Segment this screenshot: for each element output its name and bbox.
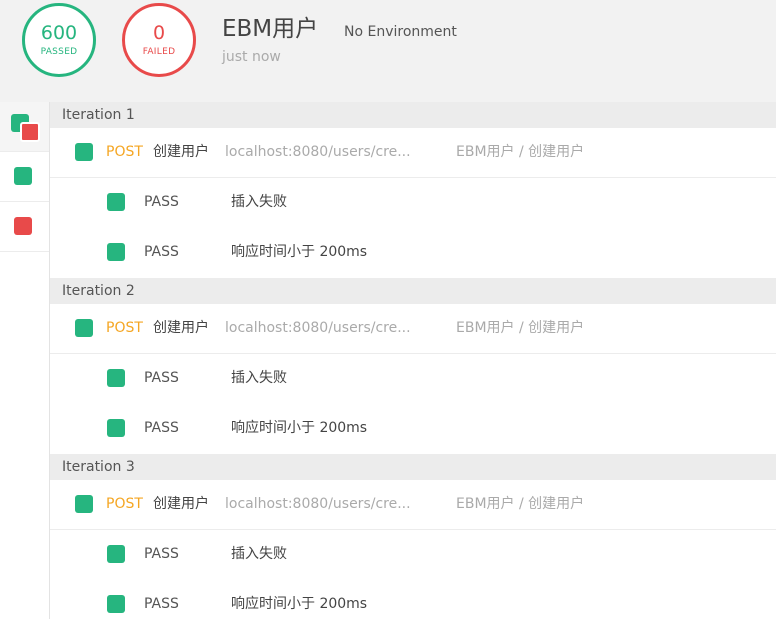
request-status-icon: [75, 319, 93, 337]
test-pass-icon: [107, 545, 125, 563]
test-status: PASS: [144, 244, 179, 260]
test-name: 插入失败: [231, 194, 287, 210]
request-method: POST: [106, 496, 143, 512]
request-row[interactable]: POST 创建用户 localhost:8080/users/cre... EB…: [50, 304, 776, 354]
test-status: PASS: [144, 194, 179, 210]
request-url: localhost:8080/users/cre...: [225, 320, 411, 336]
iteration-block: Iteration 1 POST 创建用户 localhost:8080/use…: [50, 102, 776, 278]
collection-name: EBM用户: [222, 16, 319, 42]
iteration-header[interactable]: Iteration 3: [50, 454, 776, 480]
test-name: 插入失败: [231, 370, 287, 386]
request-status-icon: [75, 143, 93, 161]
test-result-row: PASS 响应时间小于 200ms: [50, 404, 776, 454]
test-name: 响应时间小于 200ms: [231, 420, 368, 436]
green-square-icon: [14, 167, 32, 185]
red-square-icon: [14, 217, 32, 235]
request-name: 创建用户: [153, 320, 209, 336]
run-summary-header: 600 PASSED 0 FAILED EBM用户 No Environment…: [0, 0, 776, 102]
request-row[interactable]: POST 创建用户 localhost:8080/users/cre... EB…: [50, 480, 776, 530]
test-status: PASS: [144, 546, 179, 562]
test-pass-icon: [107, 243, 125, 261]
test-status: PASS: [144, 420, 179, 436]
run-timestamp: just now: [222, 49, 281, 65]
test-result-row: PASS 响应时间小于 200ms: [50, 580, 776, 619]
fail-square-icon: [20, 122, 40, 142]
test-name: 响应时间小于 200ms: [231, 596, 368, 612]
request-collection-path: EBM用户 / 创建用户: [456, 144, 585, 160]
request-name: 创建用户: [153, 496, 209, 512]
iteration-header[interactable]: Iteration 1: [50, 102, 776, 128]
test-name: 插入失败: [231, 546, 287, 562]
passed-label: PASSED: [40, 47, 78, 57]
test-status: PASS: [144, 370, 179, 386]
test-result-row: PASS 响应时间小于 200ms: [50, 228, 776, 278]
test-pass-icon: [107, 595, 125, 613]
filter-passed-button[interactable]: [0, 152, 49, 202]
request-url: localhost:8080/users/cre...: [225, 496, 411, 512]
request-status-icon: [75, 495, 93, 513]
filter-all-button[interactable]: [0, 102, 49, 152]
test-pass-icon: [107, 193, 125, 211]
passed-count-badge: 600 PASSED: [22, 3, 96, 77]
test-pass-icon: [107, 419, 125, 437]
request-collection-path: EBM用户 / 创建用户: [456, 320, 585, 336]
passed-count: 600: [40, 22, 78, 44]
iteration-block: Iteration 2 POST 创建用户 localhost:8080/use…: [50, 278, 776, 454]
result-filter-rail: [0, 102, 50, 619]
filter-failed-button[interactable]: [0, 202, 49, 252]
failed-count: 0: [152, 22, 166, 44]
test-name: 响应时间小于 200ms: [231, 244, 368, 260]
iteration-results: Iteration 1 POST 创建用户 localhost:8080/use…: [50, 102, 776, 619]
failed-count-badge: 0 FAILED: [122, 3, 196, 77]
request-url: localhost:8080/users/cre...: [225, 144, 411, 160]
test-result-row: PASS 插入失败: [50, 178, 776, 228]
iteration-header[interactable]: Iteration 2: [50, 278, 776, 304]
test-pass-icon: [107, 369, 125, 387]
test-status: PASS: [144, 596, 179, 612]
request-row[interactable]: POST 创建用户 localhost:8080/users/cre... EB…: [50, 128, 776, 178]
test-result-row: PASS 插入失败: [50, 530, 776, 580]
iteration-block: Iteration 3 POST 创建用户 localhost:8080/use…: [50, 454, 776, 619]
request-name: 创建用户: [153, 144, 209, 160]
request-method: POST: [106, 320, 143, 336]
request-collection-path: EBM用户 / 创建用户: [456, 496, 585, 512]
test-result-row: PASS 插入失败: [50, 354, 776, 404]
request-method: POST: [106, 144, 143, 160]
failed-label: FAILED: [142, 47, 176, 57]
environment-name: No Environment: [344, 24, 457, 40]
